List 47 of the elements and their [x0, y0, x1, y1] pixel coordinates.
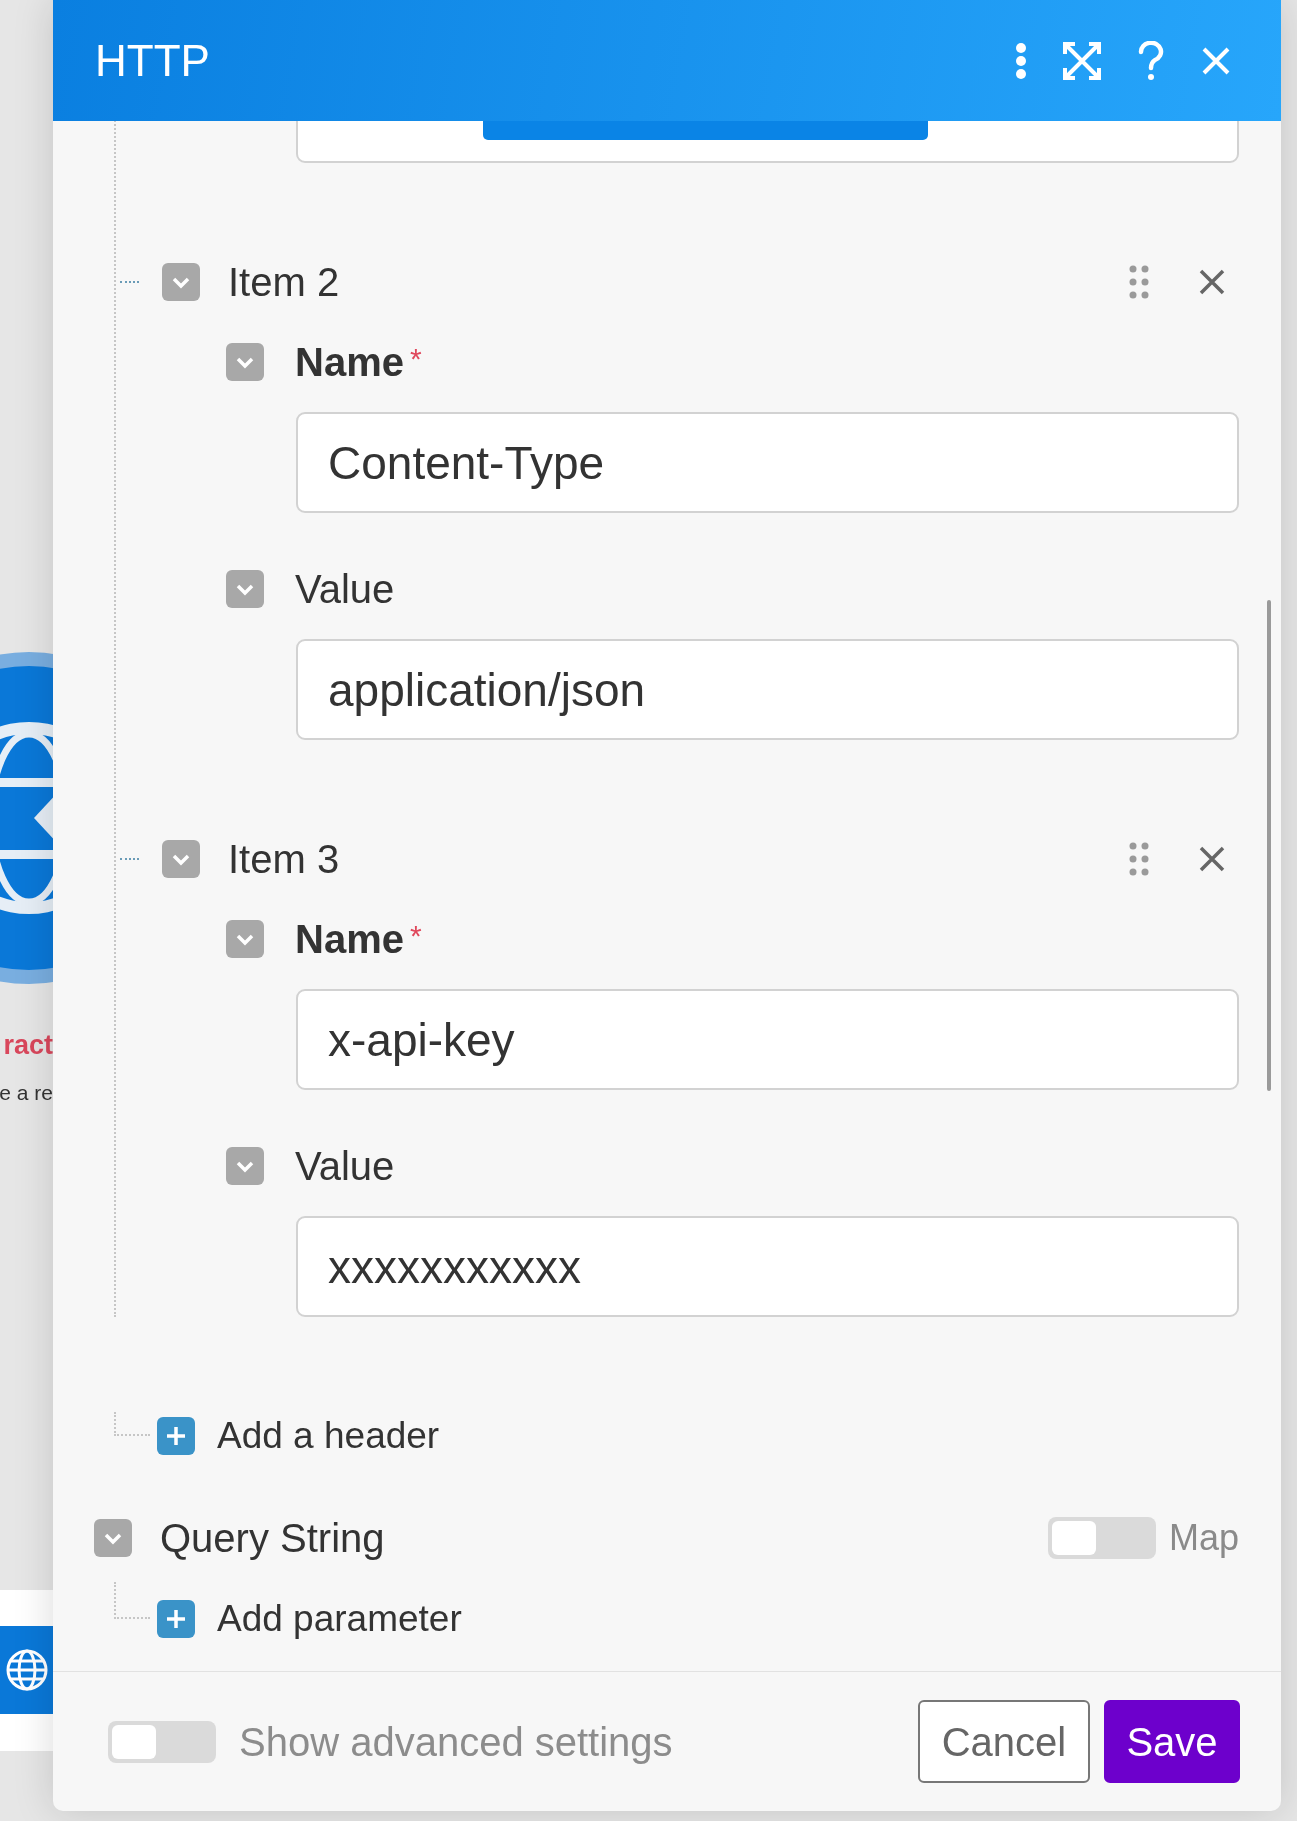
- expand-icon[interactable]: [1063, 41, 1101, 80]
- checkbox[interactable]: [162, 840, 200, 878]
- module-title: ract: [3, 1032, 53, 1059]
- item-title: Item 3: [228, 836, 340, 883]
- input-field[interactable]: Content-Type: [296, 412, 1239, 513]
- drag-handle-icon[interactable]: [1128, 264, 1150, 300]
- cancel-button[interactable]: Cancel: [918, 1700, 1090, 1783]
- input-field[interactable]: xxxxxxxxxxx: [296, 1216, 1239, 1317]
- advanced-toggle[interactable]: [108, 1720, 216, 1763]
- globe-icon: [4, 1648, 49, 1692]
- connector-line: [114, 1582, 150, 1619]
- scrollbar[interactable]: [1267, 600, 1271, 1091]
- field-label: Value: [295, 1143, 395, 1190]
- module-description: e a re: [0, 1082, 53, 1103]
- checkbox[interactable]: [162, 263, 200, 301]
- toggle-label: Show advanced settings: [239, 1718, 673, 1766]
- add-icon[interactable]: [157, 1417, 195, 1455]
- required-mark: *: [409, 918, 422, 954]
- section-title: Query String: [160, 1515, 385, 1562]
- field-label: Name: [295, 339, 404, 386]
- more-icon[interactable]: [1015, 41, 1027, 80]
- close-icon[interactable]: [1199, 846, 1225, 872]
- checkbox[interactable]: [94, 1519, 132, 1557]
- required-mark: *: [409, 341, 422, 377]
- map-toggle[interactable]: [1047, 1517, 1156, 1559]
- input-field[interactable]: application/json: [296, 639, 1239, 740]
- checkbox[interactable]: [226, 570, 264, 608]
- add-link[interactable]: Add a header: [217, 1408, 440, 1464]
- field-label: Name: [295, 916, 404, 963]
- input-field[interactable]: x-api-key: [296, 989, 1239, 1090]
- save-button[interactable]: Save: [1104, 1700, 1240, 1783]
- field-label: Value: [295, 566, 395, 613]
- drag-handle-icon[interactable]: [1128, 841, 1150, 877]
- connector-line: [120, 281, 139, 283]
- connector-line: [114, 1412, 150, 1436]
- checkbox[interactable]: [226, 1147, 264, 1185]
- toggle-label: Map: [1168, 1516, 1239, 1560]
- add-link[interactable]: Add parameter: [217, 1591, 462, 1647]
- checkbox[interactable]: [226, 343, 264, 381]
- help-icon[interactable]: [1137, 40, 1165, 81]
- checkbox[interactable]: [226, 920, 264, 958]
- connector-line: [120, 858, 139, 860]
- module-tile[interactable]: [0, 1626, 53, 1714]
- dialog-title: HTTP: [95, 34, 210, 87]
- add-icon[interactable]: [157, 1600, 195, 1638]
- item-title: Item 2: [228, 259, 340, 306]
- close-icon[interactable]: [1199, 269, 1225, 295]
